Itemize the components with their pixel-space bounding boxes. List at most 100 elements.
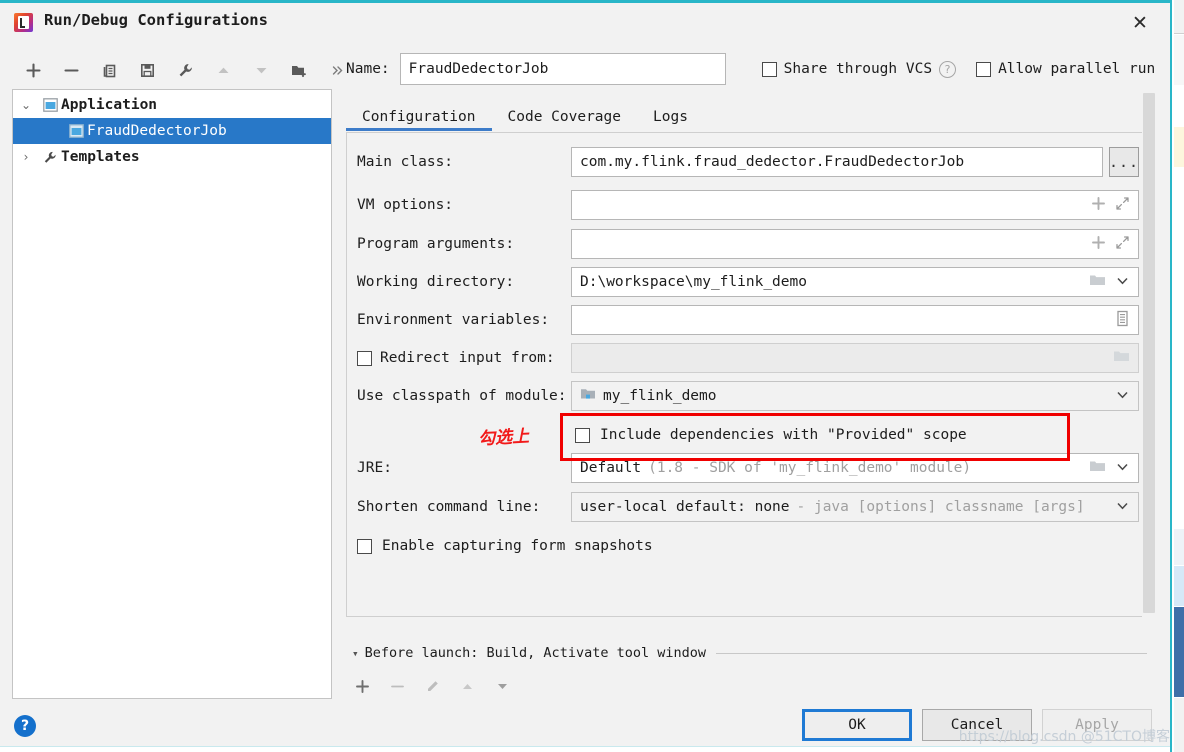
tree-node-templates[interactable]: › Templates bbox=[13, 144, 331, 170]
wrench-icon[interactable] bbox=[166, 56, 204, 84]
arrow-up-icon bbox=[460, 679, 475, 698]
question-mark-icon[interactable]: ? bbox=[939, 60, 957, 78]
redirect-input-field-icons bbox=[1113, 349, 1130, 367]
jre-field-icons bbox=[1089, 459, 1130, 477]
screen: Run/Debug Configurations ✕ ⌄ Application… bbox=[0, 0, 1184, 752]
before-launch-section: ▾ Before launch: Build, Activate tool wi… bbox=[352, 645, 1147, 661]
working-directory-label: Working directory: bbox=[357, 274, 515, 290]
before-launch-add-button[interactable] bbox=[355, 679, 370, 698]
main-class-browse-button[interactable]: ... bbox=[1109, 147, 1139, 177]
tree-node-frauddedectorjob[interactable]: FraudDedectorJob bbox=[13, 118, 331, 144]
remove-configuration-button[interactable] bbox=[52, 56, 90, 84]
folder-icon[interactable] bbox=[1089, 459, 1106, 477]
chevron-down-icon[interactable] bbox=[1115, 274, 1130, 291]
before-launch-label: Before launch: Build, Activate tool wind… bbox=[364, 645, 706, 661]
name-row: Name: FraudDedectorJob Share through VCS… bbox=[346, 53, 1155, 85]
use-classpath-label-row: Use classpath of module: bbox=[357, 381, 567, 411]
folder-add-icon[interactable] bbox=[280, 56, 318, 84]
redirect-input-field[interactable] bbox=[571, 343, 1139, 373]
application-icon bbox=[39, 98, 61, 112]
checkbox-box[interactable] bbox=[357, 350, 372, 366]
tree-node-label: FraudDedectorJob bbox=[87, 123, 227, 139]
tab-logs[interactable]: Logs bbox=[637, 109, 704, 131]
tree-node-label: Application bbox=[61, 97, 158, 113]
program-arguments-label-row: Program arguments: bbox=[357, 229, 514, 259]
use-classpath-value: my_flink_demo bbox=[603, 388, 717, 404]
use-classpath-label: Use classpath of module: bbox=[357, 388, 567, 404]
vm-options-label: VM options: bbox=[357, 197, 454, 213]
tab-code-coverage[interactable]: Code Coverage bbox=[492, 109, 638, 131]
configurations-toolbar bbox=[14, 55, 356, 85]
shorten-command-line-dropdown[interactable]: user-local default: none - java [options… bbox=[571, 492, 1139, 522]
vm-options-input[interactable] bbox=[571, 190, 1139, 220]
pencil-icon bbox=[425, 679, 440, 698]
environment-variables-label-row: Environment variables: bbox=[357, 305, 549, 335]
share-through-vcs-checkbox[interactable]: Share through VCS ? bbox=[761, 60, 957, 78]
dialog-bottom-strip bbox=[0, 746, 1170, 752]
chevron-down-icon[interactable] bbox=[1115, 388, 1130, 405]
main-class-browse-label: ... bbox=[1108, 153, 1140, 171]
list-icon[interactable] bbox=[1115, 310, 1130, 331]
before-launch-remove-button bbox=[390, 679, 405, 698]
ok-button[interactable]: OK bbox=[802, 709, 912, 741]
enable-form-snapshots-checkbox[interactable]: Enable capturing form snapshots bbox=[357, 531, 653, 561]
checkbox-box[interactable] bbox=[357, 538, 372, 554]
allow-parallel-run-checkbox[interactable]: Allow parallel run bbox=[976, 61, 1155, 77]
close-icon[interactable]: ✕ bbox=[1126, 9, 1154, 37]
checkbox-box[interactable] bbox=[575, 427, 590, 443]
shorten-command-line-hint: - java [options] classname [args] bbox=[796, 499, 1085, 515]
expand-icon[interactable] bbox=[1115, 235, 1130, 254]
annotation-text: 勾选上 bbox=[477, 426, 530, 450]
program-arguments-label: Program arguments: bbox=[357, 236, 515, 252]
module-icon bbox=[580, 387, 596, 405]
tree-node-application[interactable]: ⌄ Application bbox=[13, 92, 331, 118]
checkbox-box[interactable] bbox=[761, 61, 777, 77]
wrench-icon bbox=[39, 150, 61, 165]
arrow-down-icon[interactable] bbox=[242, 56, 280, 84]
plus-icon[interactable] bbox=[1091, 196, 1106, 215]
add-configuration-button[interactable] bbox=[14, 56, 52, 84]
vm-options-field-icons bbox=[1091, 196, 1130, 215]
environment-variables-label: Environment variables: bbox=[357, 312, 550, 328]
use-classpath-field-icons bbox=[1115, 388, 1130, 405]
copy-configuration-button[interactable] bbox=[90, 56, 128, 84]
intellij-idea-icon bbox=[14, 13, 33, 32]
chevron-down-icon[interactable]: ▾ bbox=[352, 647, 359, 660]
chevron-down-icon[interactable]: ⌄ bbox=[13, 98, 39, 112]
include-provided-scope-checkbox[interactable]: Include dependencies with "Provided" sco… bbox=[575, 420, 967, 450]
share-through-vcs-label: Share through VCS bbox=[783, 61, 933, 77]
save-configuration-button[interactable] bbox=[128, 56, 166, 84]
panel-scrollbar-thumb[interactable] bbox=[1143, 93, 1155, 613]
jre-dropdown[interactable]: Default (1.8 - SDK of 'my_flink_demo' mo… bbox=[571, 453, 1139, 483]
arrow-up-icon[interactable] bbox=[204, 56, 242, 84]
chevron-right-icon[interactable]: › bbox=[13, 150, 39, 164]
name-label: Name: bbox=[346, 61, 390, 77]
configurations-tree[interactable]: ⌄ Application FraudDedectorJob › Templat… bbox=[12, 89, 332, 699]
chevron-down-icon[interactable] bbox=[1115, 499, 1130, 516]
main-class-input[interactable]: com.my.flink.fraud_dedector.FraudDedecto… bbox=[571, 147, 1103, 177]
redirect-input-checkbox[interactable]: Redirect input from: bbox=[357, 343, 555, 373]
configuration-panel: Main class: com.my.flink.fraud_dedector.… bbox=[346, 132, 1146, 617]
main-class-value: com.my.flink.fraud_dedector.FraudDedecto… bbox=[580, 154, 965, 170]
folder-icon[interactable] bbox=[1089, 273, 1106, 291]
working-directory-input[interactable]: D:\workspace\my_flink_demo bbox=[571, 267, 1139, 297]
shorten-command-line-value: user-local default: none bbox=[580, 499, 790, 515]
expand-icon[interactable] bbox=[1115, 196, 1130, 215]
use-classpath-dropdown[interactable]: my_flink_demo bbox=[571, 381, 1139, 411]
tab-configuration[interactable]: Configuration bbox=[346, 109, 492, 131]
name-input-value: FraudDedectorJob bbox=[408, 61, 549, 77]
checkbox-box[interactable] bbox=[976, 61, 992, 77]
tree-node-label: Templates bbox=[61, 149, 140, 165]
plus-icon[interactable] bbox=[1091, 235, 1106, 254]
before-launch-divider bbox=[716, 652, 1147, 654]
chevron-down-icon[interactable] bbox=[1115, 460, 1130, 477]
dialog-titlebar: Run/Debug Configurations ✕ bbox=[0, 3, 1170, 43]
program-arguments-field-icons bbox=[1091, 235, 1130, 254]
help-button[interactable]: ? bbox=[14, 715, 36, 737]
program-arguments-input[interactable] bbox=[571, 229, 1139, 259]
environment-variables-input[interactable] bbox=[571, 305, 1139, 335]
dialog-title: Run/Debug Configurations bbox=[44, 11, 268, 29]
vm-options-label-row: VM options: bbox=[357, 190, 453, 220]
name-input[interactable]: FraudDedectorJob bbox=[399, 53, 726, 85]
shorten-command-line-label-row: Shorten command line: bbox=[357, 492, 540, 522]
